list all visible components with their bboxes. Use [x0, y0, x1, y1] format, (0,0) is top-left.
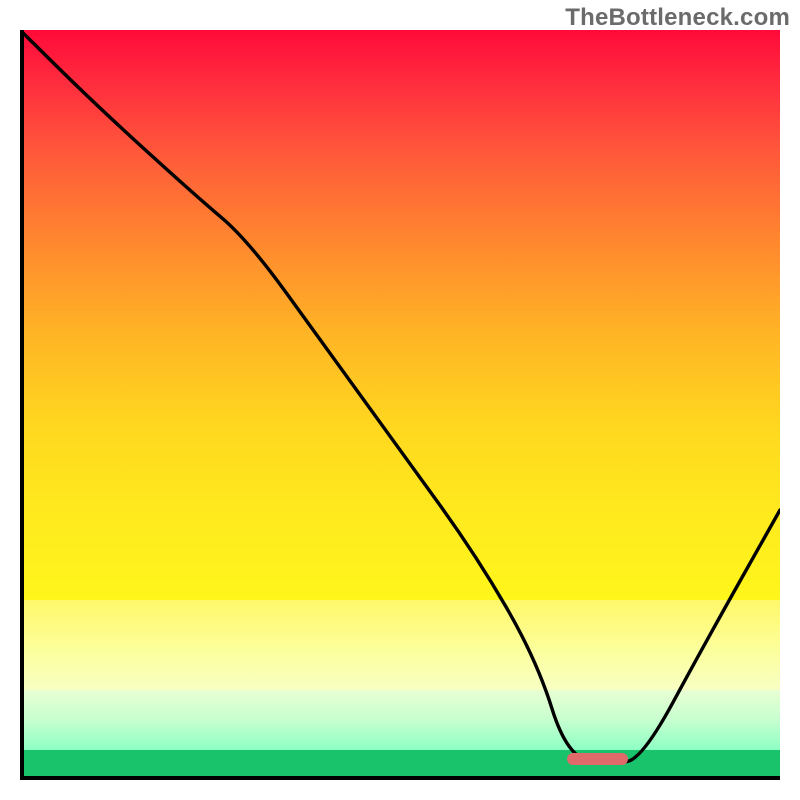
chart-root: TheBottleneck.com — [0, 0, 800, 800]
curve-layer — [20, 30, 780, 780]
highlight-marker — [567, 753, 628, 765]
watermark-text: TheBottleneck.com — [565, 4, 790, 32]
plot-area — [20, 30, 780, 780]
bottleneck-curve — [20, 30, 780, 763]
